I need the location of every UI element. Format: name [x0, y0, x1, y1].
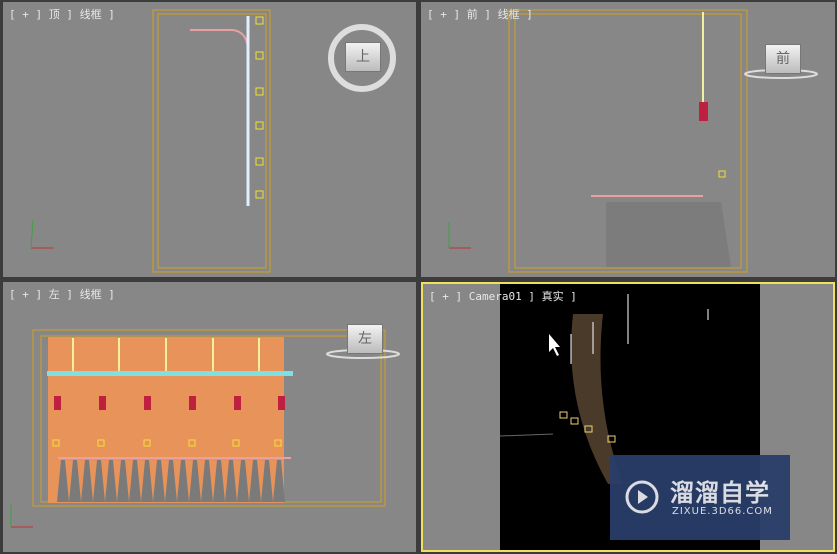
- viewcube[interactable]: 左: [347, 324, 383, 354]
- watermark: 溜溜自学 ZIXUE.3D66.COM: [610, 455, 790, 540]
- watermark-title: 溜溜自学: [670, 479, 770, 507]
- viewport-top[interactable]: [ + ] 顶 ] 线框 ] 上: [3, 2, 416, 277]
- viewport-left[interactable]: [ + ] 左 ] 线框 ] 左: [3, 282, 416, 552]
- left-scene: [10, 329, 400, 528]
- viewport-front[interactable]: [ + ] 前 ] 线框 ] 前: [421, 2, 835, 277]
- viewcube[interactable]: 上: [345, 42, 381, 72]
- watermark-url: ZIXUE.3D66.COM: [672, 506, 773, 517]
- viewport-label[interactable]: [ + ] Camera01 ] 真实 ]: [429, 288, 577, 304]
- viewport-label[interactable]: [ + ] 顶 ] 线框 ]: [9, 6, 115, 22]
- play-logo-icon: [625, 480, 659, 514]
- axis-gizmo: [30, 219, 53, 249]
- viewport-label[interactable]: [ + ] 左 ] 线框 ]: [9, 286, 115, 302]
- viewcube[interactable]: 前: [765, 44, 801, 74]
- viewport-label[interactable]: [ + ] 前 ] 线框 ]: [427, 6, 533, 22]
